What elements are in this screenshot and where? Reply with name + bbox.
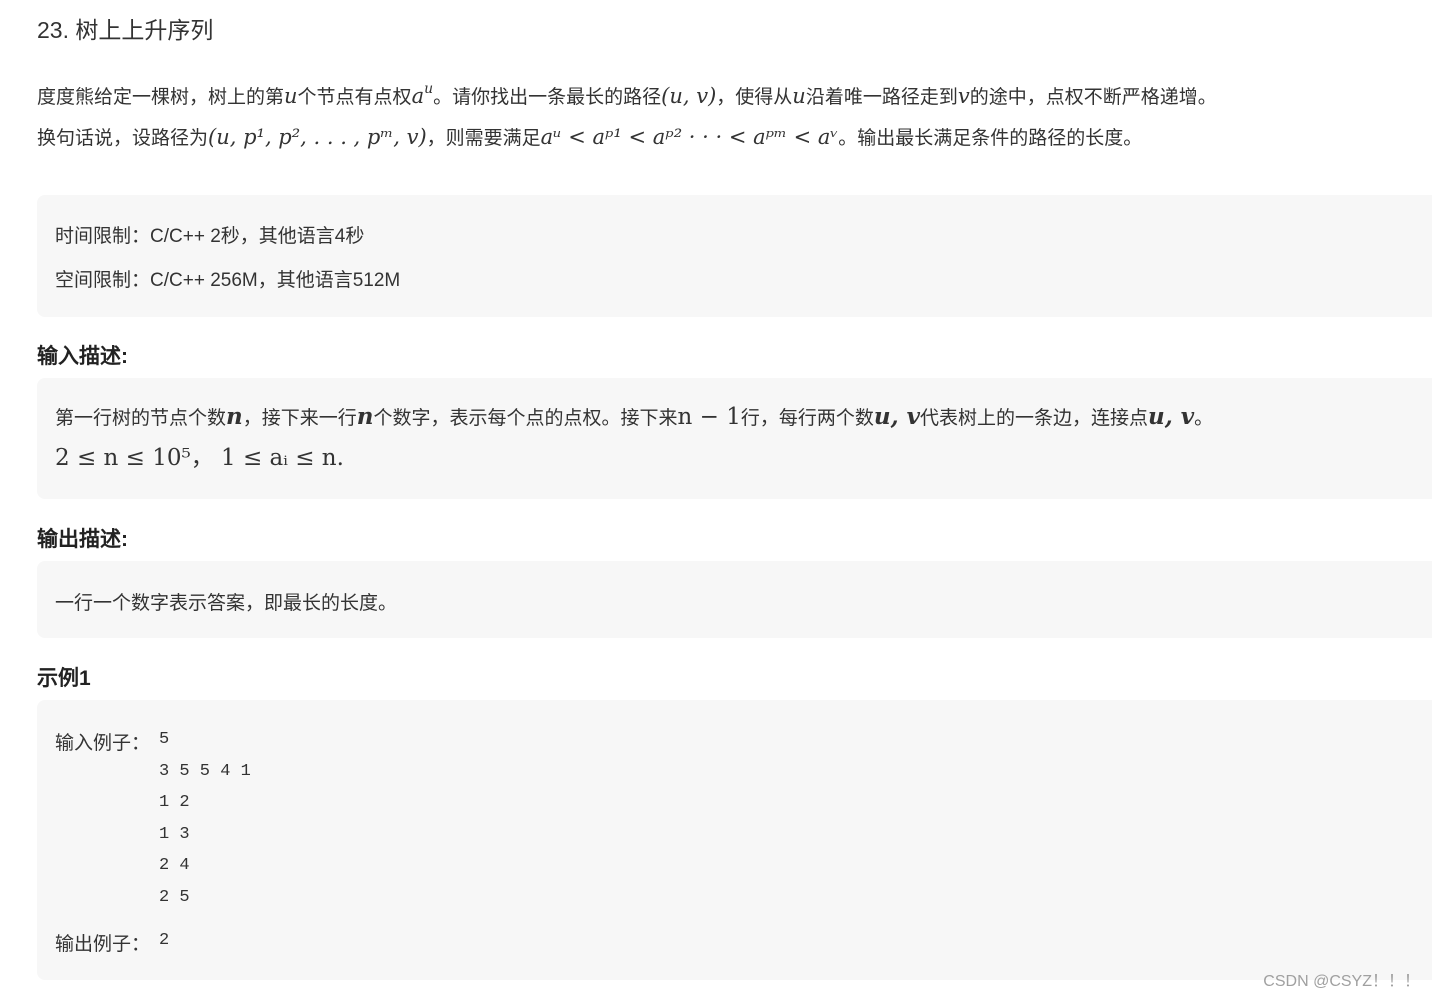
input-example-line: 5 <box>159 730 170 749</box>
math-path-uv: (u, v) <box>661 84 717 108</box>
input-description-text: 第一行树的节点个数n，接下来一行n个数字，表示每个点的点权。接下来n − 1行，… <box>55 403 1213 430</box>
problem-title: 23. 树上上升序列 <box>37 17 214 43</box>
math-a: a <box>411 84 425 108</box>
desc-text: 。输出最长满足条件的路径的长度。 <box>838 128 1143 149</box>
problem-description-line-2: 换句话说，设路径为(u, p¹, p², . . . , pᵐ, v)，则需要满… <box>37 122 1142 154</box>
desc-text: 行，每行两个数 <box>740 408 874 429</box>
desc-text: 换句话说，设路径为 <box>37 128 209 149</box>
output-example-label: 输出例子： <box>55 934 151 955</box>
example-heading: 示例1 <box>37 667 91 690</box>
desc-text: 个节点有点权 <box>297 87 412 108</box>
input-example-line: 3 5 5 4 1 <box>159 762 251 781</box>
space-limit: 空间限制：C/C++ 256M，其他语言512M <box>55 270 401 291</box>
limits-box: 时间限制：C/C++ 2秒，其他语言4秒 空间限制：C/C++ 256M，其他语… <box>37 195 1432 317</box>
desc-text: 代表树上的一条边，连接点 <box>919 408 1148 429</box>
output-heading: 输出描述: <box>37 528 128 551</box>
math-v: v <box>957 84 970 108</box>
desc-text: 第一行树的节点个数 <box>55 408 227 429</box>
math-condition: aᵘ < aᵖ¹ < aᵖ² · · · < aᵖᵐ < aᵛ <box>540 125 839 149</box>
watermark: CSDN @CSYZ！！！ <box>1263 973 1420 990</box>
input-constraint: 2 ≤ n ≤ 10⁵， 1 ≤ aᵢ ≤ n. <box>55 438 344 472</box>
input-example-line: 2 4 <box>159 856 190 875</box>
math-n: n <box>356 403 374 430</box>
input-description-box: 第一行树的节点个数n，接下来一行n个数字，表示每个点的点权。接下来n − 1行，… <box>37 378 1432 499</box>
desc-text: 的途中，点权不断严格递增。 <box>969 87 1217 108</box>
math-u: u <box>284 84 298 108</box>
input-example-line: 1 2 <box>159 793 190 812</box>
problem-description-line-1: 度度熊给定一棵树，树上的第u个节点有点权au。请你找出一条最长的路径(u, v)… <box>37 74 1217 113</box>
input-example-line: 2 5 <box>159 888 190 907</box>
desc-text: 沿着唯一路径走到 <box>805 87 958 108</box>
math-n: n <box>226 403 243 430</box>
desc-text: 。 <box>1194 408 1214 429</box>
desc-text: 。请你找出一条最长的路径 <box>433 87 662 108</box>
math-sup-u: u <box>424 81 434 97</box>
input-example-label: 输入例子： <box>55 733 151 754</box>
math-constraint: 2 ≤ n ≤ 10⁵， 1 ≤ aᵢ ≤ n. <box>55 445 344 471</box>
desc-text: ，则需要满足 <box>426 128 541 149</box>
example-box: 输入例子： 5 3 5 5 4 1 1 2 1 3 2 4 2 5 输出例子： … <box>37 700 1432 980</box>
input-heading: 输入描述: <box>37 345 128 368</box>
math-n-minus-1: n − 1 <box>677 404 741 430</box>
output-description-box: 一行一个数字表示答案，即最长的长度。 <box>37 561 1432 638</box>
input-example-line: 1 3 <box>159 825 190 844</box>
math-uv: u, v <box>873 403 920 430</box>
math-u: u <box>792 84 806 108</box>
desc-text: ，使得从 <box>716 87 793 108</box>
output-example-value: 2 <box>159 931 170 950</box>
desc-text: ，接下来一行 <box>242 408 357 429</box>
desc-text: 度度熊给定一棵树，树上的第 <box>37 87 285 108</box>
desc-text: 个数字，表示每个点的点权。接下来 <box>373 408 678 429</box>
math-uv: u, v <box>1148 403 1195 430</box>
math-path-sequence: (u, p¹, p², . . . , pᵐ, v) <box>208 125 427 149</box>
output-description-text: 一行一个数字表示答案，即最长的长度。 <box>55 593 398 614</box>
time-limit: 时间限制：C/C++ 2秒，其他语言4秒 <box>55 226 365 247</box>
